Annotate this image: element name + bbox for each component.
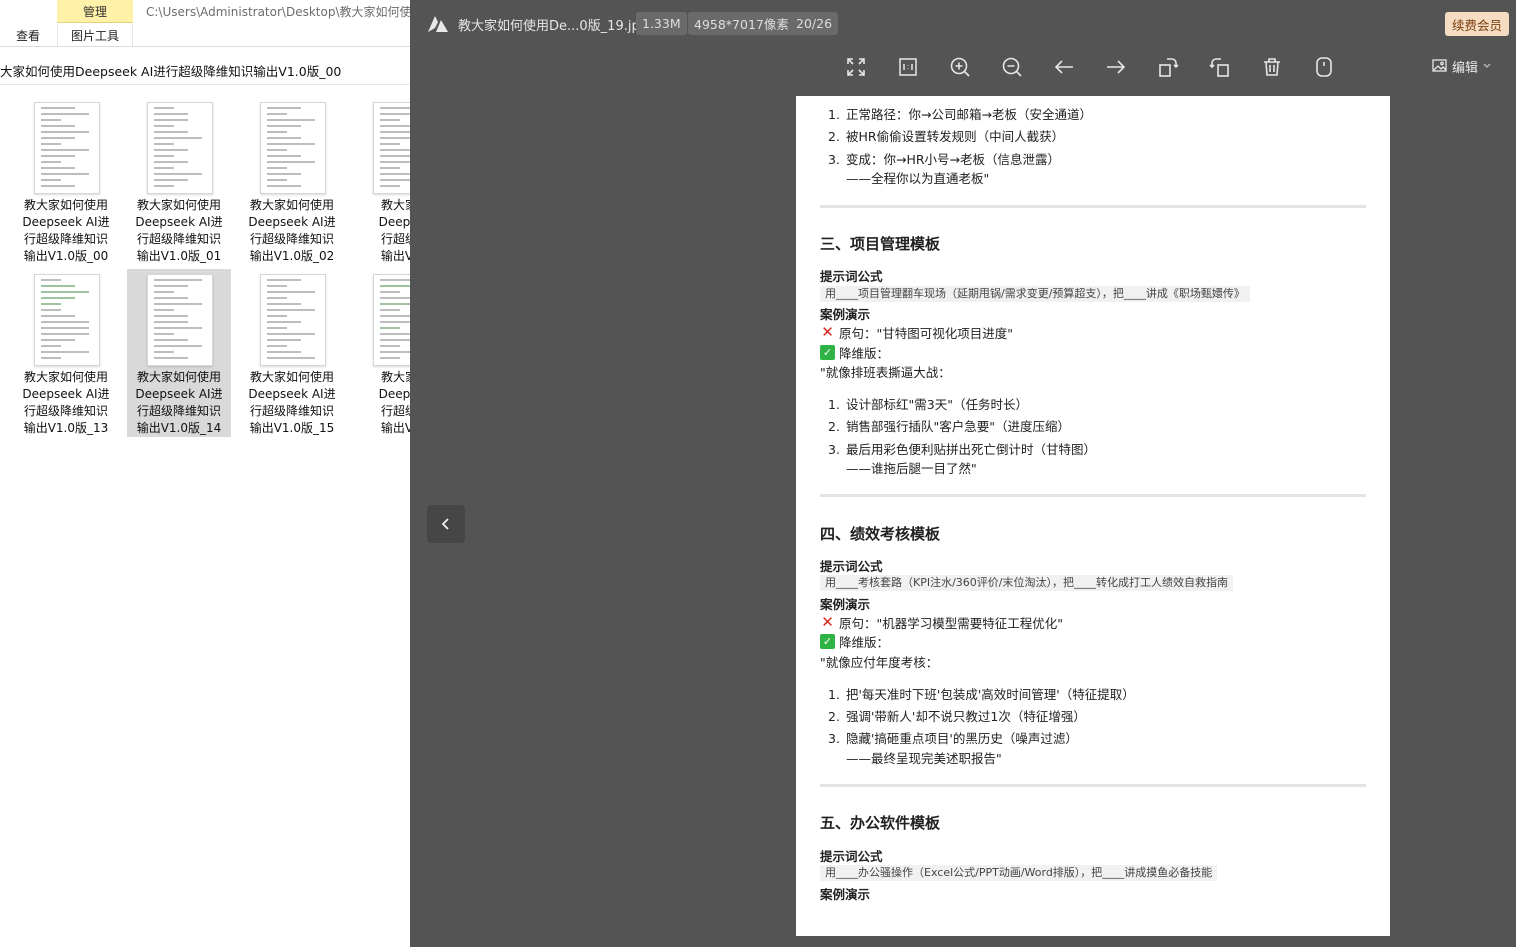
ribbon-view-tab[interactable]: 查看 xyxy=(16,24,40,46)
case-label: 案例演示 xyxy=(820,307,871,322)
file-thumbnail xyxy=(147,102,213,194)
list-item: 1. 把'每天准时下班'包装成'高效时间管理'（特征提取） xyxy=(828,687,1135,702)
arrow-right-icon[interactable] xyxy=(1099,50,1133,84)
ribbon-manage-tab[interactable]: 管理 xyxy=(57,0,133,23)
file-size-badge: 1.33M xyxy=(636,12,687,35)
list-item: 2. 销售部强行插队"客户急要"（进度压缩） xyxy=(828,419,1070,434)
list-tail: ——最终呈现完美述职报告" xyxy=(846,751,1002,766)
cross-mark-icon: ✕ xyxy=(821,613,834,631)
ribbon-divider xyxy=(132,24,133,46)
file-name: 教大家如Deepsee行超级降输出V1.( xyxy=(378,370,410,435)
simplified-version: ✓ 降维版： xyxy=(820,632,889,651)
section-divider xyxy=(820,205,1366,208)
mouse-icon[interactable] xyxy=(1307,50,1341,84)
image-filename: 教大家如何使用De...0版_19.jpg xyxy=(458,19,648,34)
chevron-left-icon xyxy=(441,518,449,530)
image-viewer: 教大家如何使用De...0版_19.jpg 1.33M 4958*7017像素 … xyxy=(410,0,1516,947)
file-thumbnail xyxy=(260,274,326,366)
file-name: 教大家如Deepsee行超级降输出V1.( xyxy=(378,198,410,263)
viewer-toolbar xyxy=(410,50,1516,84)
cross-mark-icon: ✕ xyxy=(821,323,834,341)
arrow-left-icon[interactable] xyxy=(1047,50,1081,84)
file-thumbnail xyxy=(34,102,100,194)
section-heading: 五、办公软件模板 xyxy=(820,814,941,832)
dimensions-badge: 4958*7017像素 xyxy=(688,12,795,35)
file-thumbnail xyxy=(260,102,326,194)
check-mark-icon: ✓ xyxy=(820,345,835,360)
file-thumbnail xyxy=(147,274,213,366)
file-item[interactable]: 教大家如何使用 Deepseek AI进 行超级降维知识 输出V1.0版_01 xyxy=(127,97,231,265)
zoom-in-icon[interactable] xyxy=(943,50,977,84)
viewer-title-bar: 教大家如何使用De...0版_19.jpg 1.33M 4958*7017像素 … xyxy=(410,0,1516,47)
file-item[interactable]: 教大家如何使用 Deepseek AI进 行超级降维知识 输出V1.0版_00 xyxy=(14,97,118,265)
formula-code: 用____项目管理翻车现场（延期甩锅/需求变更/预算超支），把____讲成《职场… xyxy=(820,286,1250,302)
original-sentence: ✕ 原句："甘特图可视化项目进度" xyxy=(821,323,1013,342)
file-name: 教大家如何使用 Deepseek AI进 行超级降维知识 输出V1.0版_02 xyxy=(248,198,336,263)
list-item: 2. 强调'带新人'却不说只教过1次（特征增强） xyxy=(828,709,1086,724)
zoom-out-icon[interactable] xyxy=(995,50,1029,84)
file-item[interactable]: 教大家如Deepsee行超级降输出V1.( xyxy=(353,269,410,437)
list-item: 3. 隐藏'搞砸重点项目'的黑历史（噪声过滤） xyxy=(828,731,1078,746)
renew-membership-button[interactable]: 续费会员 xyxy=(1445,12,1509,36)
ribbon-divider xyxy=(57,24,58,46)
section-heading: 三、项目管理模板 xyxy=(820,235,941,253)
file-name: 教大家如何使用 Deepseek AI进 行超级降维知识 输出V1.0版_00 xyxy=(22,198,110,263)
list-item: 3. 变成：你→HR小号→老板（信息泄露） xyxy=(828,152,1061,167)
fullscreen-icon[interactable] xyxy=(839,50,873,84)
case-label: 案例演示 xyxy=(820,887,871,902)
ribbon-bottom-border xyxy=(0,46,410,47)
formula-label: 提示词公式 xyxy=(820,269,883,284)
file-thumbnail xyxy=(373,274,410,366)
list-item: 1. 正常路径：你→公司邮箱→老板（安全通道） xyxy=(828,107,1092,122)
file-item[interactable]: 教大家如何使用 Deepseek AI进 行超级降维知识 输出V1.0版_13 xyxy=(14,269,118,437)
app-logo-icon xyxy=(428,16,448,32)
image-edit-icon xyxy=(1432,59,1447,72)
file-name: 教大家如何使用 Deepseek AI进 行超级降维知识 输出V1.0版_01 xyxy=(135,198,223,263)
formula-label: 提示词公式 xyxy=(820,849,883,864)
delete-icon[interactable] xyxy=(1255,50,1289,84)
file-item[interactable]: 教大家如Deepsee行超级降输出V1.( xyxy=(353,97,410,265)
list-item: 3. 最后用彩色便利贴拼出死亡倒计时（甘特图） xyxy=(828,442,1097,457)
file-item-selected[interactable]: 教大家如何使用 Deepseek AI进 行超级降维知识 输出V1.0版_14 xyxy=(127,269,231,437)
case-label: 案例演示 xyxy=(820,597,871,612)
file-explorer: 管理 C:\Users\Administrator\Desktop\教大家如何使… xyxy=(0,0,412,947)
edit-label: 编辑 xyxy=(1452,60,1479,76)
list-tail: ——谁拖后腿一目了然" xyxy=(846,461,977,476)
list-tail: ——全程你以为直通老板" xyxy=(846,171,990,186)
ribbon-picture-tools-tab[interactable]: 图片工具 xyxy=(71,24,119,46)
file-name: 教大家如何使用 Deepseek AI进 行超级降维知识 输出V1.0版_14 xyxy=(135,370,223,435)
image-counter-badge: 20/26 xyxy=(790,12,839,35)
edit-button[interactable]: 编辑 xyxy=(1432,55,1492,77)
section-heading: 四、绩效考核模板 xyxy=(820,525,941,543)
formula-code: 用____办公骚操作（Excel公式/PPT动画/Word排版），把____讲成… xyxy=(820,865,1218,881)
file-thumbnail xyxy=(373,102,410,194)
formula-code: 用____考核套路（KPI注水/360评价/末位淘汰），把____转化成打工人绩… xyxy=(820,575,1233,591)
section-divider xyxy=(820,494,1366,497)
original-sentence: ✕ 原句："机器学习模型需要特征工程优化" xyxy=(821,613,1063,632)
check-mark-icon: ✓ xyxy=(820,634,835,649)
address-bar-title: C:\Users\Administrator\Desktop\教大家如何使 xyxy=(146,5,412,19)
document-page: 1. 正常路径：你→公司邮箱→老板（安全通道） 2. 被HR偷偷设置转发规则（中间人… xyxy=(796,96,1390,936)
rotate-right-icon[interactable] xyxy=(1151,50,1185,84)
chevron-down-icon xyxy=(1483,63,1491,68)
breadcrumb[interactable]: 大家如何使用Deepseek AI进行超级降维知识输出V1.0版_00 xyxy=(0,56,410,85)
file-name: 教大家如何使用 Deepseek AI进 行超级降维知识 输出V1.0版_13 xyxy=(22,370,110,435)
file-item[interactable]: 教大家如何使用 Deepseek AI进 行超级降维知识 输出V1.0版_15 xyxy=(240,269,344,437)
list-item: 2. 被HR偷偷设置转发规则（中间人截获） xyxy=(828,129,1065,144)
formula-label: 提示词公式 xyxy=(820,559,883,574)
file-thumbnail xyxy=(34,274,100,366)
file-item[interactable]: 教大家如何使用 Deepseek AI进 行超级降维知识 输出V1.0版_02 xyxy=(240,97,344,265)
simplified-version: ✓ 降维版： xyxy=(820,343,889,362)
rotate-left-icon[interactable] xyxy=(1203,50,1237,84)
list-item: 1. 设计部标红"需3天"（任务时长） xyxy=(828,397,1028,412)
previous-image-button[interactable] xyxy=(427,505,465,543)
actual-size-icon[interactable] xyxy=(891,50,925,84)
example-intro: "就像排班表撕逼大战： xyxy=(820,365,951,380)
section-divider xyxy=(820,784,1366,787)
file-name: 教大家如何使用 Deepseek AI进 行超级降维知识 输出V1.0版_15 xyxy=(248,370,336,435)
example-intro: "就像应付年度考核： xyxy=(820,655,939,670)
